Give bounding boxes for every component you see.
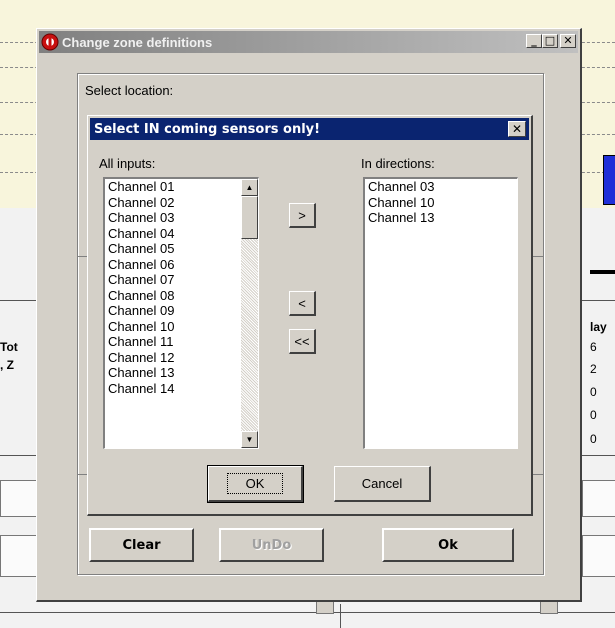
maximize-button[interactable]: □ (542, 34, 558, 48)
dialog-titlebar[interactable]: Select IN coming sensors only! ✕ (90, 118, 529, 140)
in-directions-list-item[interactable]: Channel 13 (368, 210, 435, 226)
caption-buttons: _ □ ✕ (526, 34, 576, 48)
all-inputs-items: Channel 01 Channel 02 Channel 03 Channel 04… (108, 179, 175, 396)
minimize-button[interactable]: _ (526, 34, 542, 48)
scroll-button[interactable] (540, 600, 558, 614)
window-title: Change zone definitions (62, 34, 213, 50)
column-header-day: lay (590, 320, 607, 334)
left-label-tot: Tot (0, 340, 18, 354)
dialog-cancel-button[interactable]: Cancel (334, 466, 431, 502)
dialog-close-button[interactable]: ✕ (508, 121, 526, 137)
all-inputs-list-item[interactable]: Channel 05 (108, 241, 175, 257)
all-inputs-list-item[interactable]: Channel 08 (108, 288, 175, 304)
all-inputs-list-item[interactable]: Channel 07 (108, 272, 175, 288)
divider-line (340, 604, 341, 628)
column-value: 0 (590, 385, 597, 399)
background-field (0, 535, 38, 577)
all-inputs-list-item[interactable]: Channel 13 (108, 365, 175, 381)
all-inputs-scrollbar[interactable]: ▲ ▼ (241, 179, 258, 448)
all-inputs-list-item[interactable]: Channel 11 (108, 334, 175, 350)
column-value: 0 (590, 408, 597, 422)
clear-button[interactable]: Clear (89, 528, 194, 562)
divider-bar (590, 270, 615, 274)
dialog-ok-label: OK (226, 473, 284, 494)
background-field (582, 480, 615, 517)
column-value: 2 (590, 362, 597, 376)
all-inputs-list-item[interactable]: Channel 02 (108, 195, 175, 211)
column-value: 6 (590, 340, 597, 354)
all-inputs-listbox[interactable]: Channel 01 Channel 02 Channel 03 Channel 04… (103, 177, 259, 449)
close-button[interactable]: ✕ (560, 34, 576, 48)
scroll-up-arrow-icon[interactable]: ▲ (241, 179, 258, 196)
all-inputs-list-item[interactable]: Channel 12 (108, 350, 175, 366)
all-inputs-list-item[interactable]: Channel 03 (108, 210, 175, 226)
select-location-label: Select location: (85, 83, 174, 98)
scroll-down-arrow-icon[interactable]: ▼ (241, 431, 258, 448)
in-directions-listbox[interactable]: Channel 03 Channel 10 Channel 13 (363, 177, 518, 449)
remove-all-button[interactable]: << (289, 329, 316, 354)
undo-button[interactable]: UnDo (219, 528, 324, 562)
dialog-ok-button[interactable]: OK (207, 465, 304, 503)
ok-button[interactable]: Ok (382, 528, 514, 562)
scroll-thumb[interactable] (241, 196, 258, 239)
all-inputs-list-item[interactable]: Channel 14 (108, 381, 175, 397)
scroll-button[interactable] (316, 600, 334, 614)
window-titlebar[interactable]: Change zone definitions _ □ ✕ (39, 31, 578, 53)
in-directions-list-item[interactable]: Channel 03 (368, 179, 435, 195)
all-inputs-list-item[interactable]: Channel 09 (108, 303, 175, 319)
all-inputs-label: All inputs: (99, 156, 156, 171)
in-directions-label: In directions: (361, 156, 435, 171)
all-inputs-list-item[interactable]: Channel 10 (108, 319, 175, 335)
divider-line (0, 612, 615, 613)
in-directions-list-item[interactable]: Channel 10 (368, 195, 435, 211)
add-button[interactable]: > (289, 203, 316, 228)
app-icon (41, 33, 59, 51)
all-inputs-list-item[interactable]: Channel 04 (108, 226, 175, 242)
select-sensors-dialog: Select IN coming sensors only! ✕ All inp… (87, 115, 533, 516)
in-directions-items: Channel 03 Channel 10 Channel 13 (368, 179, 435, 226)
remove-button[interactable]: < (289, 291, 316, 316)
all-inputs-list-item[interactable]: Channel 01 (108, 179, 175, 195)
all-inputs-list-item[interactable]: Channel 06 (108, 257, 175, 273)
column-value: 0 (590, 432, 597, 446)
dialog-title: Select IN coming sensors only! (94, 121, 321, 137)
background-field (0, 480, 38, 517)
background-field (582, 535, 615, 577)
left-label-z: , Z (0, 358, 14, 372)
blue-indicator (603, 155, 615, 205)
